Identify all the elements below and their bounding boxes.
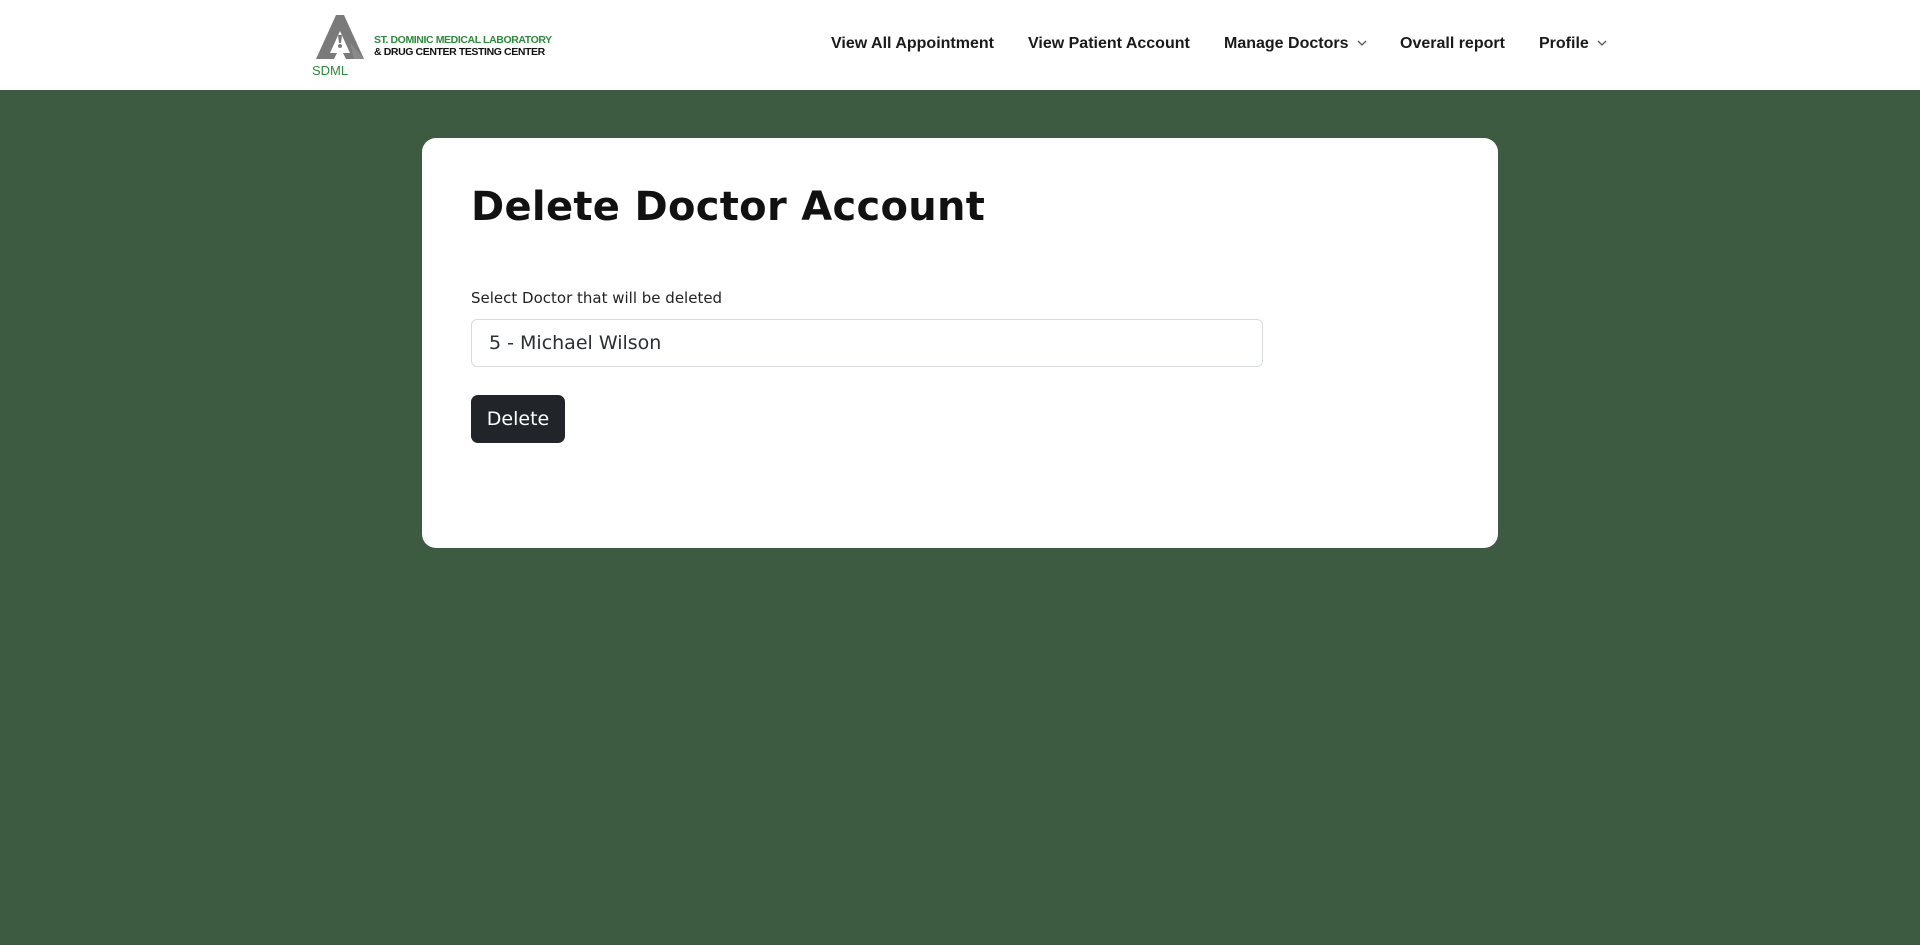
nav-profile[interactable]: Profile <box>1539 34 1608 54</box>
main-nav: View All Appointment View Patient Accoun… <box>0 0 1920 90</box>
delete-button[interactable]: Delete <box>471 395 565 443</box>
page-title: Delete Doctor Account <box>471 184 986 230</box>
nav-label: View All Appointment <box>831 35 994 52</box>
doctor-select-label: Select Doctor that will be deleted <box>471 289 723 307</box>
top-navbar: SDML ST. DOMINIC MEDICAL LABORATORY & DR… <box>0 0 1920 90</box>
nav-overall-report[interactable]: Overall report <box>1400 34 1505 54</box>
nav-view-patient-account[interactable]: View Patient Account <box>1028 34 1190 54</box>
chevron-down-icon <box>1357 40 1367 46</box>
delete-doctor-card: Delete Doctor Account Select Doctor that… <box>422 138 1498 548</box>
chevron-down-icon <box>1597 40 1607 46</box>
nav-label: Manage Doctors <box>1224 35 1349 52</box>
doctor-select[interactable]: 5 - Michael Wilson <box>471 319 1263 367</box>
nav-label: Overall report <box>1400 35 1505 52</box>
nav-manage-doctors[interactable]: Manage Doctors <box>1224 34 1368 54</box>
nav-view-all-appointment[interactable]: View All Appointment <box>831 34 994 54</box>
doctor-select-value: 5 - Michael Wilson <box>489 332 662 354</box>
nav-label: View Patient Account <box>1028 35 1190 52</box>
nav-label: Profile <box>1539 35 1589 52</box>
